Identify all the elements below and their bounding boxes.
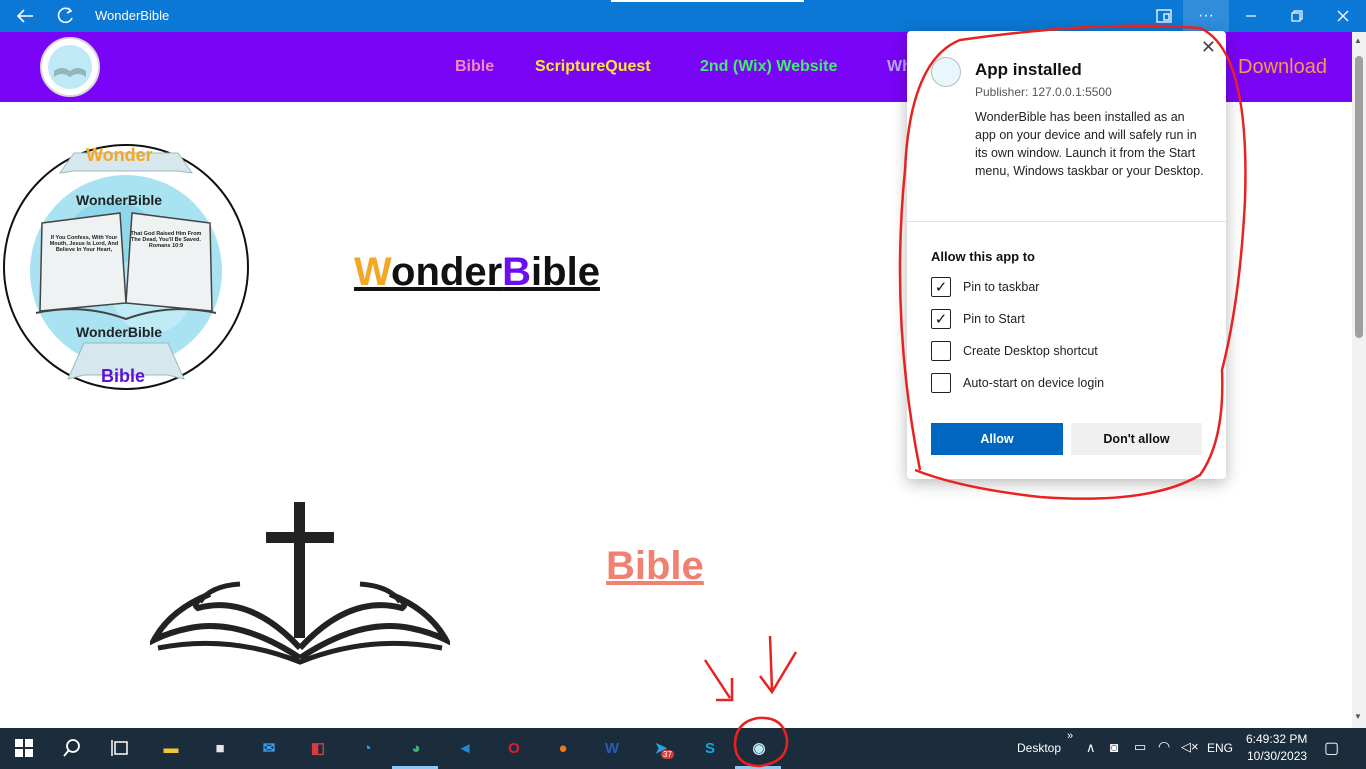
refresh-icon[interactable] [43,0,89,32]
nav-logo[interactable] [40,37,100,97]
mail-icon[interactable]: ✉ [256,735,282,761]
show-hidden-icons-icon[interactable]: ∧ [1086,740,1096,756]
logo-top-banner: Wonder [86,145,153,165]
nav-link-bible[interactable]: Bible [455,58,494,76]
clock-time[interactable]: 6:49:32 PM [1246,732,1307,746]
skype-icon[interactable]: S [697,735,723,761]
vscode-icon[interactable]: ◄ [452,735,478,761]
glyph: O [508,739,520,757]
nav-link-download[interactable]: Download [1238,56,1327,79]
microsoft-store-icon[interactable]: ■ [207,735,233,761]
site-title[interactable]: WonderBible [354,250,600,295]
desktop-toolbar-label[interactable]: Desktop [1017,741,1061,755]
allow-heading: Allow this app to [931,249,1035,264]
scroll-down-icon[interactable]: ▼ [1354,712,1362,721]
title-letter-w: W [354,250,392,294]
edge-icon[interactable]: ◕ [403,735,429,761]
wonderbible-logo: Wonder WonderBible If You Confess, With … [2,143,250,391]
option-pin-taskbar[interactable]: ✓ Pin to taskbar [931,277,1039,297]
dialog-publisher: Publisher: 127.0.0.1:5500 [975,85,1112,99]
glyph: ◔ [362,739,372,757]
app-available-icon[interactable] [1141,0,1187,32]
allow-button[interactable]: Allow [931,423,1063,455]
file-explorer-icon[interactable]: ▬ [158,735,184,761]
toolbar-chevrons-icon[interactable]: » [1067,730,1073,742]
dialog-divider [907,221,1226,222]
search-icon[interactable] [59,735,85,761]
volume-muted-icon[interactable]: ◁× [1181,739,1199,755]
title-ible: ible [531,250,600,294]
battery-icon[interactable]: ▭ [1134,739,1146,755]
browser-title-bar: WonderBible ··· [0,0,1366,32]
option-label: Pin to taskbar [963,280,1040,294]
edge-dev-icon[interactable]: ◔ [354,735,380,761]
pdf-reader-icon[interactable]: ◧ [305,735,331,761]
nav-link-wix-website[interactable]: 2nd (Wix) Website [700,58,837,76]
glyph: ◕ [411,739,421,757]
app-icon [931,57,961,87]
dialog-description: WonderBible has been installed as an app… [975,110,1204,178]
option-pin-start[interactable]: ✓ Pin to Start [931,309,1025,329]
title-onder: onder [391,250,503,294]
meet-now-icon[interactable]: ◙ [1110,739,1118,755]
windows-taskbar: ▬ ■ ✉ ◧ ◔ ◕ ◄ O ● W ➤ 37 S ◉ Desktop » ∧… [0,728,1366,769]
checkbox-pin-taskbar[interactable]: ✓ [931,277,951,297]
clock-date[interactable]: 10/30/2023 [1247,749,1307,763]
nav-link-scripturequest[interactable]: ScriptureQuest [535,58,651,76]
dont-allow-button[interactable]: Don't allow [1071,423,1202,455]
firefox-icon[interactable]: ● [550,735,576,761]
title-strip [611,0,804,2]
logo-verse-right: That God Raised Him From The Dead, You'l… [130,231,202,249]
windows-start-icon[interactable] [11,735,37,761]
glyph: ◉ [752,740,766,757]
task-view-icon[interactable] [107,735,133,761]
glyph: ● [558,739,568,757]
glyph: ▬ [163,739,179,757]
word-icon[interactable]: W [599,735,625,761]
glyph: ◧ [310,740,326,757]
glyph: ■ [215,739,225,757]
option-label: Auto-start on device login [963,376,1105,390]
logo-ring-top: WonderBible [76,192,163,208]
app-installed-dialog: ✕ App installed Publisher: 127.0.0.1:550… [907,31,1226,479]
restore-icon[interactable] [1274,0,1320,32]
glyph: W [604,739,620,757]
logo-ring-bottom: WonderBible [76,324,163,340]
minimize-icon[interactable] [1228,0,1274,32]
title-letter-b: B [502,250,532,294]
option-auto-start[interactable]: Auto-start on device login [931,373,1104,393]
scroll-up-icon[interactable]: ▲ [1354,36,1362,45]
logo-bottom-banner: Bible [101,366,146,386]
checkbox-auto-start[interactable] [931,373,951,393]
option-label: Pin to Start [963,312,1025,326]
scroll-thumb[interactable] [1355,56,1363,338]
page-scrollbar[interactable]: ▲ ▼ [1352,32,1366,728]
dialog-close-icon[interactable]: ✕ [1201,37,1216,58]
network-icon[interactable]: ◠ [1158,738,1170,755]
option-desktop-shortcut[interactable]: Create Desktop shortcut [931,341,1098,361]
logo-verse-left: If You Confess, With Your Mouth, Jesus I… [49,235,119,253]
glyph: ✉ [262,740,276,757]
bible-link[interactable]: Bible [606,544,704,589]
opera-icon[interactable]: O [501,735,527,761]
option-label: Create Desktop shortcut [963,344,1098,358]
language-indicator[interactable]: ENG [1207,741,1233,755]
telegram-badge: 37 [661,750,674,759]
glyph: ◄ [457,739,473,757]
back-arrow-icon[interactable] [2,0,48,32]
notifications-icon[interactable]: ▢ [1324,738,1339,758]
checkbox-pin-start[interactable]: ✓ [931,309,951,329]
glyph: S [704,739,715,757]
dialog-title: App installed [975,60,1082,79]
wonderbible-app-icon[interactable]: ◉ [746,735,772,761]
close-icon[interactable] [1320,0,1366,32]
cross-book-icon [146,498,454,668]
checkbox-desktop-shortcut[interactable] [931,341,951,361]
more-options-button[interactable]: ··· [1183,0,1229,32]
window-title: WonderBible [95,8,170,23]
